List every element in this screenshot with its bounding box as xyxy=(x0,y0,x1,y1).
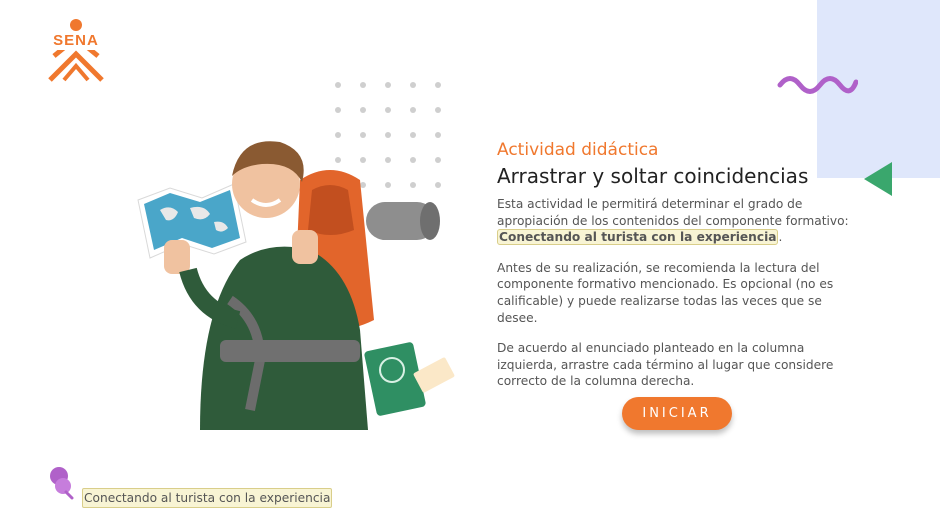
map-icon xyxy=(137,183,247,259)
triangle-decoration-icon xyxy=(864,162,892,196)
logo-text: SENA xyxy=(53,32,99,49)
footer-component-label: Conectando al turista con la experiencia xyxy=(82,488,333,508)
activity-subtitle: Actividad didáctica xyxy=(497,140,659,160)
start-button[interactable]: INICIAR xyxy=(622,397,732,430)
activity-recommendation: Antes de su realización, se recomienda l… xyxy=(497,260,834,325)
wave-decoration-icon xyxy=(777,76,858,94)
pin-icon xyxy=(50,467,74,500)
activity-title: Arrastrar y soltar coincidencias xyxy=(497,164,809,188)
passport-icon xyxy=(364,342,455,416)
description-end: . xyxy=(778,230,783,245)
component-highlight: Conectando al turista con la experiencia xyxy=(497,229,779,246)
activity-content: Actividad didáctica Arrastrar y soltar c… xyxy=(497,138,859,404)
description-text: Esta actividad le permitirá determinar e… xyxy=(497,197,849,228)
activity-description: Esta actividad le permitirá determinar e… xyxy=(497,196,859,246)
traveler-illustration xyxy=(137,141,455,430)
sena-logo: SENA xyxy=(40,18,112,84)
activity-instructions: De acuerdo al enunciado planteado en la … xyxy=(497,341,834,389)
